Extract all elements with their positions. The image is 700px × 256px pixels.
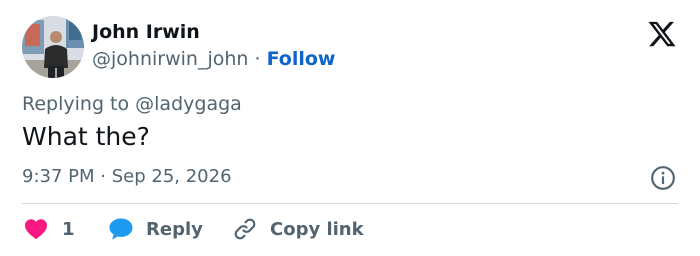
heart-icon — [25, 219, 47, 240]
tweet-time: 9:37 PM — [22, 166, 95, 187]
timestamp-row[interactable]: 9:37 PM · Sep 25, 2026 — [22, 166, 232, 187]
avatar[interactable] — [22, 16, 84, 78]
reply-context[interactable]: Replying to @ladygaga — [22, 93, 242, 115]
author-handle[interactable]: @johnirwin_john — [92, 48, 248, 70]
speech-bubble-icon — [109, 218, 133, 240]
divider — [22, 203, 678, 204]
link-icon — [234, 218, 256, 240]
follow-button[interactable]: Follow — [267, 48, 336, 70]
reply-label: Reply — [146, 218, 203, 240]
x-logo-icon[interactable] — [646, 19, 678, 49]
tweet-date: Sep 25, 2026 — [111, 166, 232, 187]
handle-separator: · — [254, 48, 261, 70]
like-count: 1 — [62, 218, 75, 240]
copy-link-button[interactable]: Copy link — [232, 214, 364, 244]
reply-button[interactable]: Reply — [108, 214, 203, 244]
like-button[interactable]: 1 — [24, 214, 75, 244]
timestamp-separator: · — [100, 166, 106, 187]
handle-row: @johnirwin_john · Follow — [92, 48, 335, 70]
tweet-text: What the? — [22, 122, 150, 151]
tweet-card: John Irwin @johnirwin_john · Follow Repl… — [0, 0, 700, 256]
info-icon[interactable] — [650, 165, 676, 191]
copy-link-label: Copy link — [270, 218, 364, 240]
author-name[interactable]: John Irwin — [92, 21, 200, 43]
